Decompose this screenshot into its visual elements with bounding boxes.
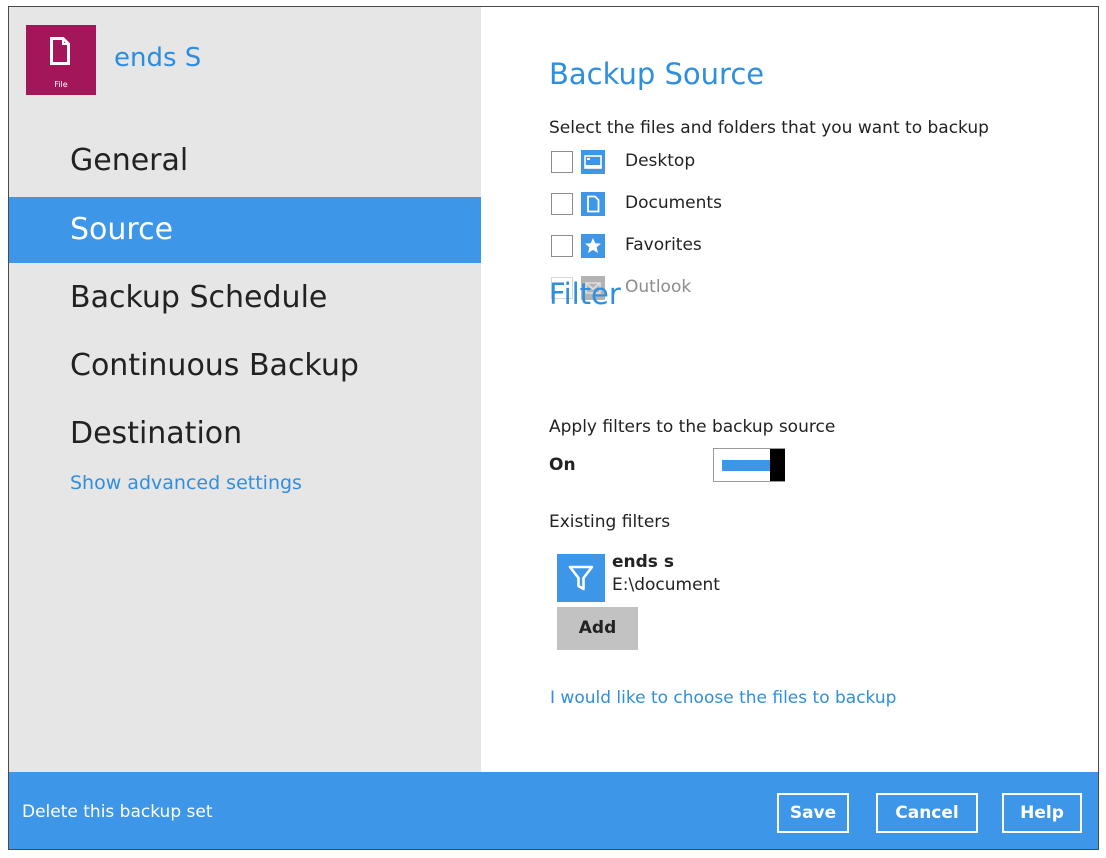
sidebar-item-general[interactable]: General [9, 128, 481, 194]
desktop-label: Desktop [625, 151, 696, 171]
desktop-checkbox[interactable] [551, 151, 573, 173]
toggle-knob[interactable] [770, 449, 785, 481]
delete-backup-set-link[interactable]: Delete this backup set [22, 802, 213, 822]
documents-checkbox[interactable] [551, 193, 573, 215]
favorites-label: Favorites [625, 235, 702, 255]
filter-heading: Filter [549, 277, 621, 311]
save-button[interactable]: Save [777, 793, 849, 833]
add-filter-button[interactable]: Add [557, 607, 638, 650]
backup-source-heading: Backup Source [549, 57, 765, 91]
document-icon [581, 192, 605, 216]
show-advanced-settings-link[interactable]: Show advanced settings [70, 472, 302, 494]
help-button[interactable]: Help [1002, 793, 1082, 833]
documents-label: Documents [625, 193, 722, 213]
filter-state-label: On [549, 455, 576, 475]
outlook-label: Outlook [625, 277, 692, 297]
file-icon: File [26, 25, 96, 95]
sidebar-item-source[interactable]: Source [9, 197, 481, 263]
backup-set-settings-window: File ends S General Source Backup Schedu… [8, 6, 1099, 850]
filter-icon[interactable] [557, 554, 605, 602]
star-icon [581, 234, 605, 258]
sidebar-item-continuous-backup[interactable]: Continuous Backup [9, 333, 481, 399]
source-instruction: Select the files and folders that you wa… [549, 118, 989, 138]
file-icon-caption: File [54, 80, 68, 89]
filter-name[interactable]: ends s [612, 552, 674, 572]
toggle-fill [722, 460, 770, 471]
apply-filters-label: Apply filters to the backup source [549, 417, 836, 437]
sidebar-item-destination[interactable]: Destination [9, 401, 481, 467]
document-shape [50, 37, 70, 65]
sidebar: File ends S General Source Backup Schedu… [9, 7, 481, 772]
favorites-checkbox[interactable] [551, 235, 573, 257]
sidebar-item-backup-schedule[interactable]: Backup Schedule [9, 265, 481, 331]
filter-path: E:\document [612, 575, 720, 595]
desktop-icon [581, 150, 605, 174]
main-panel: Backup Source Select the files and folde… [481, 7, 1098, 772]
filter-toggle[interactable] [713, 448, 785, 482]
backup-set-name: ends S [114, 43, 202, 73]
footer-bar: Delete this backup set Save Cancel Help [9, 772, 1098, 849]
cancel-button[interactable]: Cancel [876, 793, 978, 833]
existing-filters-label: Existing filters [549, 512, 671, 532]
choose-files-link[interactable]: I would like to choose the files to back… [550, 688, 896, 708]
